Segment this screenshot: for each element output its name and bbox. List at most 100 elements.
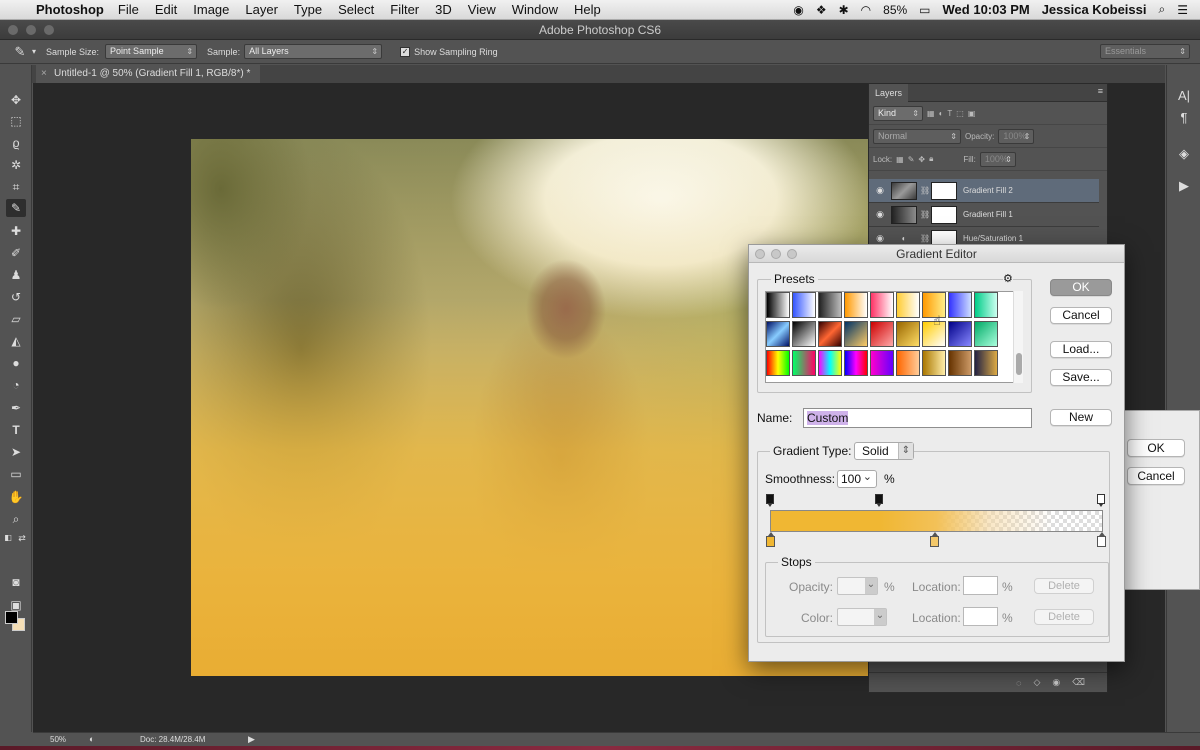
opacity-stop-left[interactable] (766, 494, 774, 507)
zoom-level[interactable]: 50% (50, 735, 66, 744)
clock[interactable]: Wed 10:03 PM (943, 2, 1030, 17)
dropbox-icon[interactable]: ❖ (816, 3, 827, 17)
blur-tool-icon[interactable]: ● (6, 354, 26, 372)
fill-field[interactable]: 100% (979, 151, 1016, 167)
layer-name[interactable]: Hue/Saturation 1 (963, 234, 1023, 243)
menu-window[interactable]: Window (512, 2, 558, 17)
layers-tab[interactable]: Layers (869, 84, 909, 102)
preset-swatch[interactable] (818, 321, 842, 347)
preset-swatch[interactable] (844, 350, 868, 376)
lock-transparent-icon[interactable]: ▦ (896, 155, 904, 164)
filter-pixel-icon[interactable]: ▦ (927, 109, 935, 118)
workspace-select[interactable]: Essentials (1100, 44, 1190, 59)
clone-stamp-tool-icon[interactable]: ♟ (6, 266, 26, 284)
preset-swatch[interactable] (922, 350, 946, 376)
bluetooth-icon[interactable]: ✱ (839, 3, 849, 17)
preset-swatch[interactable] (844, 321, 868, 347)
filter-shape-icon[interactable]: ⬚ (956, 109, 964, 118)
opacity-stop-right[interactable] (1097, 494, 1105, 507)
preset-swatch[interactable] (818, 292, 842, 318)
dialog-minimize-icon[interactable] (771, 249, 781, 259)
record-icon[interactable]: ◉ (793, 3, 803, 17)
user-name[interactable]: Jessica Kobeissi (1042, 2, 1147, 17)
color-stop-left[interactable] (766, 532, 775, 547)
ok-button[interactable]: OK (1050, 279, 1112, 296)
status-expand-icon[interactable]: ▶ (248, 734, 255, 745)
zoom-window-icon[interactable] (44, 25, 54, 35)
preset-swatch[interactable] (948, 350, 972, 376)
new-button[interactable]: New (1050, 409, 1112, 426)
quick-mask-icon[interactable]: ◙ (6, 573, 26, 591)
preset-swatch[interactable] (766, 350, 790, 376)
mask-link-icon[interactable]: ⛓ (920, 234, 930, 243)
menu-file[interactable]: File (118, 2, 139, 17)
mask-link-icon[interactable]: ⛓ (920, 210, 930, 219)
preset-swatch[interactable] (974, 292, 998, 318)
new-group-icon[interactable]: ◇ (1033, 677, 1040, 688)
zoom-tool-icon[interactable]: ⌕ (6, 510, 26, 528)
color-stop-right[interactable] (1097, 532, 1106, 547)
opacity-stop-middle[interactable] (875, 494, 883, 507)
pen-tool-icon[interactable]: ✒ (6, 399, 26, 417)
stop-color-swatch[interactable] (837, 608, 887, 626)
gradient-type-select[interactable]: Solid (854, 442, 914, 460)
battery-icon[interactable]: ▭ (919, 3, 930, 17)
new-layer-icon[interactable]: ◉ (1052, 677, 1060, 688)
preset-swatch[interactable] (870, 292, 894, 318)
visibility-eye-icon[interactable]: ◉ (869, 185, 891, 196)
cancel-button[interactable]: Cancel (1050, 307, 1112, 324)
wifi-icon[interactable]: ◠ (861, 3, 871, 17)
sample-layers-select[interactable]: All Layers (244, 44, 383, 59)
status-menu-icon[interactable]: ◐ (89, 734, 94, 744)
menu-3d[interactable]: 3D (435, 2, 452, 17)
blend-mode-select[interactable]: Normal (873, 128, 961, 144)
background-dialog-ok-button[interactable]: OK (1127, 439, 1185, 457)
menu-app-name[interactable]: Photoshop (36, 2, 104, 17)
lock-all-icon[interactable]: 🔒︎ (929, 154, 933, 164)
presets-swatch-grid[interactable] (765, 291, 1015, 383)
magic-wand-tool-icon[interactable]: ✲ (6, 156, 26, 174)
presets-gear-icon[interactable]: ⚙ (1003, 272, 1013, 285)
hand-tool-icon[interactable]: ✋ (6, 488, 26, 506)
spotlight-search-icon[interactable]: ⌕ (1159, 2, 1166, 17)
screen-mode-icon[interactable]: ▣ (6, 596, 26, 614)
dodge-tool-icon[interactable]: ◔ (6, 376, 26, 394)
preset-swatch[interactable] (896, 350, 920, 376)
move-tool-icon[interactable]: ✥ (6, 91, 26, 109)
filter-adjustment-icon[interactable]: ◐ (939, 109, 944, 118)
tool-preset-dropdown-icon[interactable]: ▾ (32, 47, 36, 56)
preset-swatch[interactable] (974, 350, 998, 376)
minimize-window-icon[interactable] (26, 25, 36, 35)
new-fill-layer-icon[interactable]: ◌ (1016, 678, 1021, 688)
visibility-eye-icon[interactable]: ◉ (869, 233, 891, 244)
preset-swatch[interactable] (948, 292, 972, 318)
preset-swatch[interactable] (766, 321, 790, 347)
close-tab-icon[interactable]: × (41, 65, 47, 83)
menu-help[interactable]: Help (574, 2, 601, 17)
preset-swatch[interactable] (792, 350, 816, 376)
stop-opacity-location-field[interactable] (963, 576, 998, 595)
preset-swatch[interactable] (870, 350, 894, 376)
3d-panel-icon[interactable]: ◈ (1175, 145, 1193, 163)
delete-color-stop-button[interactable]: Delete (1034, 609, 1094, 625)
rectangle-tool-icon[interactable]: ▭ (6, 465, 26, 483)
preset-swatch[interactable] (896, 292, 920, 318)
lasso-tool-icon[interactable]: ϱ (6, 134, 26, 152)
stop-opacity-field[interactable] (837, 577, 878, 595)
layer-row[interactable]: ◉ ⛓ Gradient Fill 2 (869, 179, 1099, 203)
type-tool-icon[interactable]: T (6, 421, 26, 439)
preset-swatch[interactable] (844, 292, 868, 318)
layer-mask-thumbnail[interactable] (931, 181, 957, 200)
preset-swatch[interactable] (792, 292, 816, 318)
preset-swatch[interactable] (870, 321, 894, 347)
gradient-preview-bar[interactable] (770, 510, 1103, 532)
color-stop-middle[interactable] (930, 532, 939, 547)
layer-mask-thumbnail[interactable] (931, 205, 957, 224)
filter-smart-object-icon[interactable]: ▣ (968, 109, 976, 118)
dialog-zoom-icon[interactable] (787, 249, 797, 259)
dialog-close-icon[interactable] (755, 249, 765, 259)
menu-edit[interactable]: Edit (155, 2, 177, 17)
preset-swatch[interactable] (896, 321, 920, 347)
paragraph-panel-icon[interactable]: ¶ (1175, 109, 1193, 127)
preset-swatch[interactable] (974, 321, 998, 347)
